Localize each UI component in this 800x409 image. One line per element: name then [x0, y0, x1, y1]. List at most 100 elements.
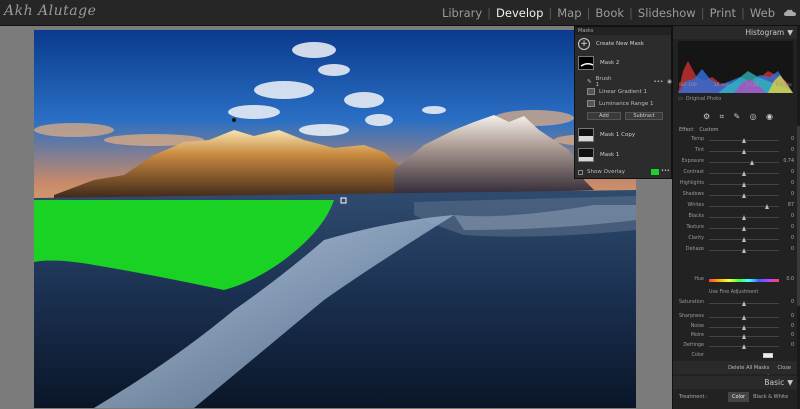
slider-value[interactable]: 0: [781, 181, 794, 186]
color-row[interactable]: Color: [677, 353, 794, 361]
slider-knob[interactable]: [741, 182, 746, 187]
slider-row-noise[interactable]: Noise 0: [677, 324, 794, 332]
show-overlay-toggle[interactable]: Show Overlay: [578, 169, 625, 175]
mask-item[interactable]: Mask 2: [578, 56, 619, 70]
component-name: Brush 1: [595, 76, 612, 88]
slider-row-blacks[interactable]: Blacks 0: [677, 214, 794, 222]
slider-value[interactable]: 0: [781, 214, 794, 219]
slider-row-shadows[interactable]: Shadows 0: [677, 192, 794, 200]
masks-header: Masks: [575, 27, 671, 35]
module-library[interactable]: Library: [437, 6, 487, 20]
edit-sliders-icon[interactable]: ⚙: [703, 112, 710, 122]
fine-adjust-checkbox[interactable]: Use Fine Adjustment: [709, 290, 758, 295]
slider-knob[interactable]: [741, 193, 746, 198]
module-print[interactable]: Print: [705, 6, 741, 20]
slider-knob[interactable]: [741, 248, 746, 253]
crop-icon[interactable]: ⌗: [720, 112, 725, 122]
delete-all-masks-button[interactable]: Delete All Masks: [728, 365, 769, 371]
red-eye-icon[interactable]: ◎: [750, 112, 757, 122]
slider-row-temp[interactable]: Temp 0: [677, 137, 794, 145]
slider-row-tint[interactable]: Tint 0: [677, 148, 794, 156]
slider-row-sharpness[interactable]: Sharpness 0: [677, 314, 794, 322]
photo-canvas[interactable]: [0, 26, 672, 409]
slider-knob[interactable]: [741, 215, 746, 220]
slider-knob[interactable]: [741, 343, 746, 349]
healing-icon[interactable]: ✎: [734, 112, 741, 122]
module-slideshow[interactable]: Slideshow: [633, 6, 701, 20]
slider-value[interactable]: 0: [781, 192, 794, 197]
slider-row-defringe[interactable]: Defringe 0: [677, 343, 794, 351]
slider-knob[interactable]: [741, 237, 746, 242]
slider-knob[interactable]: [741, 138, 746, 143]
slider-value[interactable]: 0: [781, 137, 794, 142]
slider-knob[interactable]: [741, 324, 746, 330]
overlay-checkbox[interactable]: [578, 169, 583, 175]
masks-panel: Masks + Create New Mask Mask 2 ✎ Brush 1…: [574, 26, 672, 179]
slider-knob[interactable]: [741, 149, 746, 154]
slider-row-clarity[interactable]: Clarity 0: [677, 236, 794, 244]
slider-knob[interactable]: [741, 334, 746, 339]
mask-item[interactable]: Mask 1 Copy: [578, 128, 635, 142]
basic-header[interactable]: Basic ▼: [673, 376, 797, 389]
effect-value: Custom: [699, 127, 719, 133]
more-options-icon[interactable]: •••: [661, 168, 670, 174]
hue-slider[interactable]: [709, 279, 779, 282]
color-swatch[interactable]: [763, 353, 773, 358]
slider-value[interactable]: 0: [781, 300, 794, 305]
slider-value[interactable]: 0: [781, 225, 794, 230]
add-button[interactable]: Add: [587, 112, 621, 120]
module-map[interactable]: Map: [552, 6, 586, 20]
mask-component[interactable]: Linear Gradient 1: [587, 88, 647, 95]
slider-value[interactable]: 0: [781, 333, 794, 338]
overlay-color-swatch[interactable]: [651, 169, 659, 175]
slider-knob[interactable]: [741, 226, 746, 231]
module-develop[interactable]: Develop: [491, 6, 548, 20]
slider-row-exposure[interactable]: Exposure 0.74: [677, 159, 794, 167]
slider-value[interactable]: 87: [781, 203, 794, 208]
slider-row-saturation[interactable]: Saturation 0: [677, 300, 794, 308]
slider-value[interactable]: 0: [781, 236, 794, 241]
slider-value[interactable]: 0: [781, 148, 794, 153]
hue-value: 0.0: [786, 277, 794, 282]
mask-item[interactable]: Mask 1: [578, 148, 619, 162]
effect-row[interactable]: Effect Custom: [679, 127, 719, 133]
slider-value[interactable]: 0: [781, 314, 794, 319]
close-button[interactable]: Close: [777, 365, 791, 371]
slider-knob[interactable]: [741, 301, 746, 306]
photo[interactable]: [34, 30, 636, 408]
slider-value[interactable]: 0: [781, 324, 794, 329]
histogram-header[interactable]: Histogram ▼: [673, 26, 797, 39]
slider-value[interactable]: 0: [781, 247, 794, 252]
treatment-bw-option[interactable]: Black & White: [749, 392, 792, 402]
hue-row[interactable]: Hue 0.0: [677, 277, 794, 285]
slider-row-highlights[interactable]: Highlights 0: [677, 181, 794, 189]
focal-length: 16 mm: [713, 83, 730, 88]
slider-knob[interactable]: [749, 160, 754, 165]
slider-label: Whites: [687, 203, 704, 208]
more-options-icon[interactable]: •••: [653, 79, 663, 85]
slider-value[interactable]: 0: [781, 343, 794, 348]
cloud-sync-icon[interactable]: [784, 9, 796, 17]
slider-value[interactable]: 0: [781, 170, 794, 175]
slider-row-texture[interactable]: Texture 0: [677, 225, 794, 233]
slider-knob[interactable]: [765, 204, 770, 209]
slider-value[interactable]: 0.74: [781, 159, 794, 164]
create-new-mask-button[interactable]: + Create New Mask: [578, 37, 644, 51]
slider-row-whites[interactable]: Whites 87: [677, 203, 794, 211]
module-book[interactable]: Book: [590, 6, 629, 20]
slider-knob[interactable]: [741, 171, 746, 176]
slider-knob[interactable]: [741, 315, 746, 320]
slider-track[interactable]: [709, 162, 779, 163]
subtract-button[interactable]: Subtract: [625, 112, 663, 120]
treatment-color-option[interactable]: Color: [728, 392, 750, 402]
slider-row-moire[interactable]: Moire 0: [677, 333, 794, 341]
slider-label: Dehaze: [685, 247, 704, 252]
slider-row-contrast[interactable]: Contrast 0: [677, 170, 794, 178]
mask-component[interactable]: Luminance Range 1: [587, 100, 654, 107]
collapse-icon: ▼: [787, 378, 793, 387]
module-web[interactable]: Web: [745, 6, 780, 20]
mask-component[interactable]: ✎ Brush 1 ••• ◉: [587, 76, 672, 88]
slider-row-dehaze[interactable]: Dehaze 0: [677, 247, 794, 255]
photo-icon: ▭: [678, 96, 683, 102]
masking-icon[interactable]: ◉: [766, 112, 773, 122]
